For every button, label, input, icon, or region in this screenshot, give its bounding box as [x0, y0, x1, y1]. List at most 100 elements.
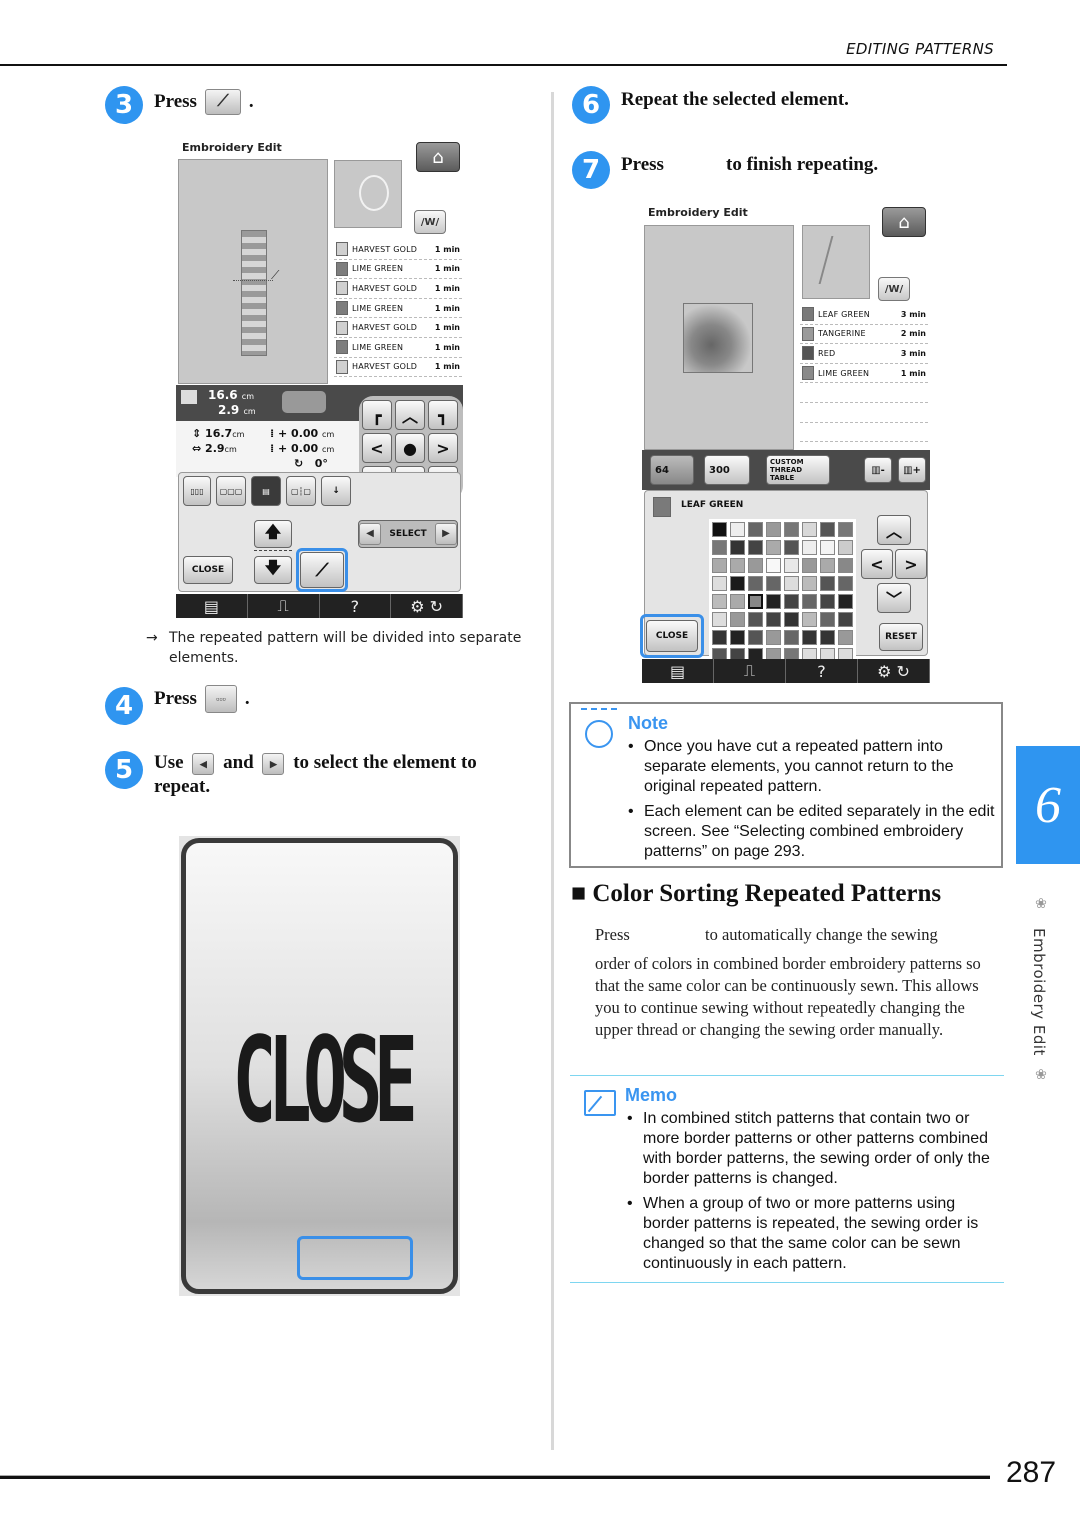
color-swatch[interactable]: [802, 522, 817, 537]
move-up-left-button[interactable]: ┏: [362, 400, 392, 430]
color-swatch[interactable]: [820, 612, 835, 627]
tab-64-colors[interactable]: 64: [650, 455, 694, 485]
thread-row[interactable]: HARVEST GOLD 1 min: [334, 279, 462, 299]
color-swatch[interactable]: [766, 576, 781, 591]
color-swatch[interactable]: [712, 594, 727, 609]
color-swatch-selected[interactable]: [748, 594, 763, 609]
machine-icon[interactable]: ⎍: [248, 594, 320, 618]
color-swatch[interactable]: [802, 612, 817, 627]
color-swatch[interactable]: [712, 540, 727, 555]
color-swatch[interactable]: [802, 576, 817, 591]
repeat-vertical-button[interactable]: ▯▯▯: [183, 476, 211, 506]
color-swatch[interactable]: [748, 612, 763, 627]
color-up-button[interactable]: ︿: [877, 515, 911, 545]
color-swatch[interactable]: [784, 522, 799, 537]
settings-icon[interactable]: ⚙ ↻: [858, 659, 930, 683]
stitch-preview-button[interactable]: /W/: [414, 210, 446, 234]
color-swatch[interactable]: [730, 522, 745, 537]
color-swatch[interactable]: [784, 558, 799, 573]
color-swatch[interactable]: [766, 612, 781, 627]
color-swatch[interactable]: [838, 522, 853, 537]
color-swatch[interactable]: [838, 540, 853, 555]
stitch-preview-button[interactable]: /W/: [878, 277, 910, 301]
color-left-button[interactable]: <: [861, 549, 893, 579]
color-swatch[interactable]: [712, 558, 727, 573]
select-prev-button[interactable]: ◀: [359, 523, 381, 545]
color-swatch[interactable]: [802, 540, 817, 555]
color-swatch[interactable]: [712, 612, 727, 627]
color-swatch[interactable]: [838, 594, 853, 609]
color-swatch[interactable]: [730, 594, 745, 609]
color-swatch[interactable]: [712, 522, 727, 537]
thread-row[interactable]: HARVEST GOLD 1 min: [334, 358, 462, 378]
thread-plus-button[interactable]: ▥+: [898, 457, 926, 483]
color-swatch[interactable]: [730, 558, 745, 573]
thread-row[interactable]: LIME GREEN 1 min: [334, 299, 462, 319]
thread-row[interactable]: LIME GREEN 1 min: [800, 364, 928, 384]
color-swatch[interactable]: [820, 576, 835, 591]
thread-row[interactable]: TANGERINE 2 min: [800, 325, 928, 345]
thread-row[interactable]: LIME GREEN 1 min: [334, 338, 462, 358]
center-button[interactable]: ●: [395, 433, 425, 463]
move-up-button[interactable]: ︿: [395, 400, 425, 430]
document-icon[interactable]: ▤: [642, 659, 714, 683]
color-swatch[interactable]: [784, 540, 799, 555]
color-swatch[interactable]: [820, 594, 835, 609]
settings-icon[interactable]: ⚙ ↻: [391, 594, 463, 618]
move-up-right-button[interactable]: ┓: [428, 400, 458, 430]
cut-horizontal-button[interactable]: ▢┆▢: [286, 476, 316, 506]
color-swatch[interactable]: [820, 522, 835, 537]
document-icon[interactable]: ▤: [176, 594, 248, 618]
color-swatch[interactable]: [820, 558, 835, 573]
color-swatch[interactable]: [802, 594, 817, 609]
color-swatch[interactable]: [748, 522, 763, 537]
color-swatch[interactable]: [802, 558, 817, 573]
color-swatch[interactable]: [820, 540, 835, 555]
color-swatch[interactable]: [748, 630, 763, 645]
color-swatch[interactable]: [784, 630, 799, 645]
cut-button[interactable]: ⟋: [300, 552, 344, 588]
color-swatch[interactable]: [784, 576, 799, 591]
color-swatch[interactable]: [730, 540, 745, 555]
thread-row[interactable]: RED 3 min: [800, 344, 928, 364]
help-button[interactable]: ?: [320, 594, 392, 618]
color-swatch[interactable]: [766, 540, 781, 555]
color-swatch[interactable]: [712, 630, 727, 645]
reset-button[interactable]: RESET: [879, 623, 923, 651]
thread-row[interactable]: LIME GREEN 1 min: [334, 260, 462, 280]
thread-row[interactable]: LEAF GREEN 3 min: [800, 305, 928, 325]
color-swatch[interactable]: [766, 558, 781, 573]
color-down-button[interactable]: ﹀: [877, 583, 911, 613]
color-swatch[interactable]: [838, 630, 853, 645]
add-repeat-down-button[interactable]: 🡇: [254, 556, 292, 584]
add-repeat-up-button[interactable]: 🡅: [254, 520, 292, 548]
color-swatch[interactable]: [766, 522, 781, 537]
color-swatch[interactable]: [784, 594, 799, 609]
pattern-canvas[interactable]: [644, 225, 794, 450]
color-swatch[interactable]: [766, 630, 781, 645]
cut-vertical-button[interactable]: ▤: [251, 476, 281, 506]
color-swatch[interactable]: [820, 630, 835, 645]
color-swatch[interactable]: [838, 576, 853, 591]
thread-row[interactable]: HARVEST GOLD 1 min: [334, 318, 462, 338]
thread-minus-button[interactable]: ▥-: [864, 457, 892, 483]
home-button[interactable]: ⌂: [416, 142, 460, 172]
color-swatch[interactable]: [748, 540, 763, 555]
move-right-button[interactable]: >: [428, 433, 458, 463]
help-button[interactable]: ?: [786, 659, 858, 683]
color-swatch[interactable]: [730, 630, 745, 645]
home-button[interactable]: ⌂: [882, 207, 926, 237]
color-swatch[interactable]: [784, 612, 799, 627]
color-swatch[interactable]: [712, 576, 727, 591]
close-button[interactable]: CLOSE: [646, 620, 698, 652]
color-right-button[interactable]: >: [895, 549, 927, 579]
close-button[interactable]: CLOSE: [183, 556, 233, 584]
chapter-tab[interactable]: 6: [1016, 746, 1080, 864]
tab-custom-thread-table[interactable]: CUSTOM THREAD TABLE: [766, 455, 830, 485]
pattern-canvas[interactable]: ⟋: [178, 159, 328, 384]
color-swatch[interactable]: [730, 612, 745, 627]
color-swatch[interactable]: [766, 594, 781, 609]
move-left-button[interactable]: <: [362, 433, 392, 463]
color-sort-button[interactable]: ↓: [321, 476, 351, 506]
select-next-button[interactable]: ▶: [435, 523, 457, 545]
